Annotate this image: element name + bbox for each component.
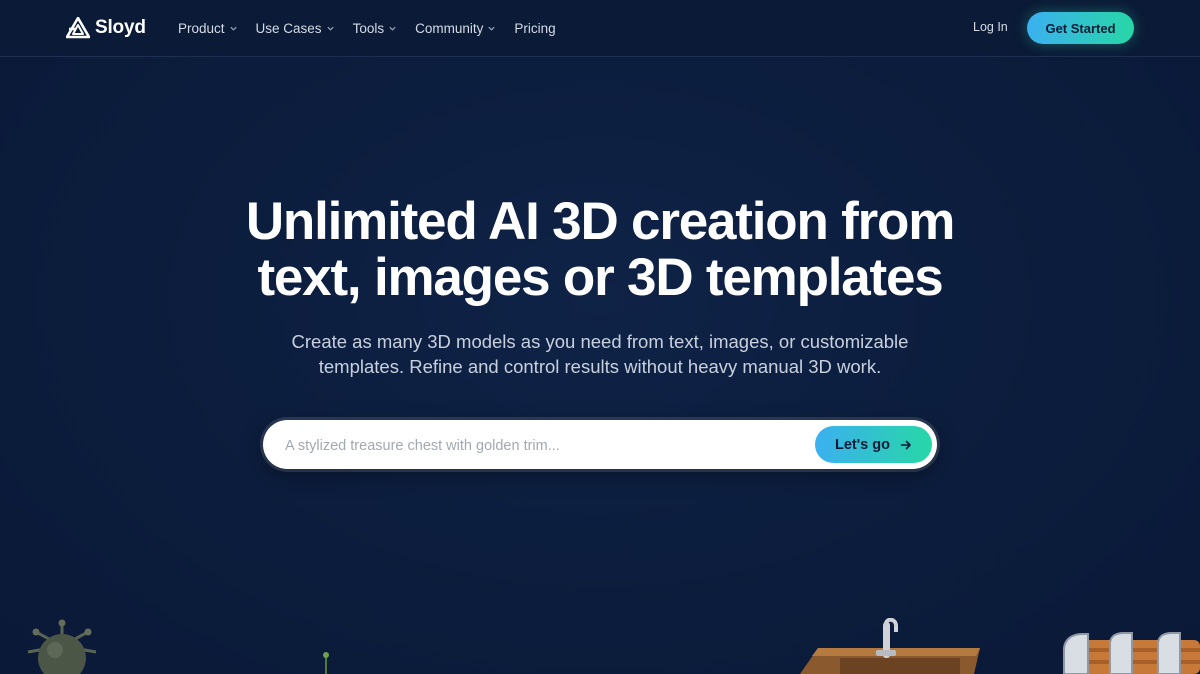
nav-item-pricing[interactable]: Pricing (514, 21, 555, 36)
lets-go-button[interactable]: Let's go (815, 426, 932, 463)
chevron-down-icon (389, 26, 396, 31)
login-link[interactable]: Log In (973, 20, 1008, 34)
nav-item-label: Tools (352, 20, 385, 36)
brand-name: Sloyd (95, 17, 146, 38)
nav-item-label: Community (415, 20, 484, 36)
plant-sprout-model-image (323, 652, 329, 674)
prompt-input[interactable] (283, 420, 807, 471)
hero-subtitle: Create as many 3D models as you need fro… (240, 329, 960, 379)
wooden-sink-model-image (800, 618, 980, 674)
brand-logo[interactable]: Sloyd (66, 16, 146, 40)
arrow-right-icon (900, 440, 911, 449)
treasure-chest-model-image (1063, 632, 1200, 674)
hero-subtitle-line-2: templates. Refine and control results wi… (318, 356, 882, 377)
sea-mine-model-image (27, 619, 97, 674)
prompt-bar: Let's go (263, 420, 937, 471)
get-started-button[interactable]: Get Started (1027, 12, 1134, 44)
nav-item-tools[interactable]: Tools (353, 21, 398, 36)
top-nav: Sloyd Product Use Cases Tools Community … (0, 0, 1200, 57)
nav-item-product[interactable]: Product (178, 21, 238, 36)
nav-item-label: Pricing (514, 20, 556, 36)
main-menu: Product Use Cases Tools Community Pricin… (178, 0, 556, 56)
hero-title-line-2: text, images or 3D templates (257, 248, 943, 307)
lets-go-label: Let's go (834, 436, 890, 453)
nav-item-use-cases[interactable]: Use Cases (256, 21, 335, 36)
chevron-down-icon (326, 26, 334, 31)
chevron-down-icon (229, 26, 237, 31)
hero-title: Unlimited AI 3D creation from text, imag… (150, 194, 1050, 306)
hero-title-line-1: Unlimited AI 3D creation from (245, 192, 955, 251)
hero-subtitle-line-1: Create as many 3D models as you need fro… (291, 331, 909, 352)
nav-item-community[interactable]: Community (415, 21, 496, 36)
chevron-down-icon (488, 26, 495, 31)
sloyd-logo-icon (66, 17, 90, 39)
nav-item-label: Use Cases (255, 20, 322, 36)
nav-item-label: Product (178, 20, 225, 36)
